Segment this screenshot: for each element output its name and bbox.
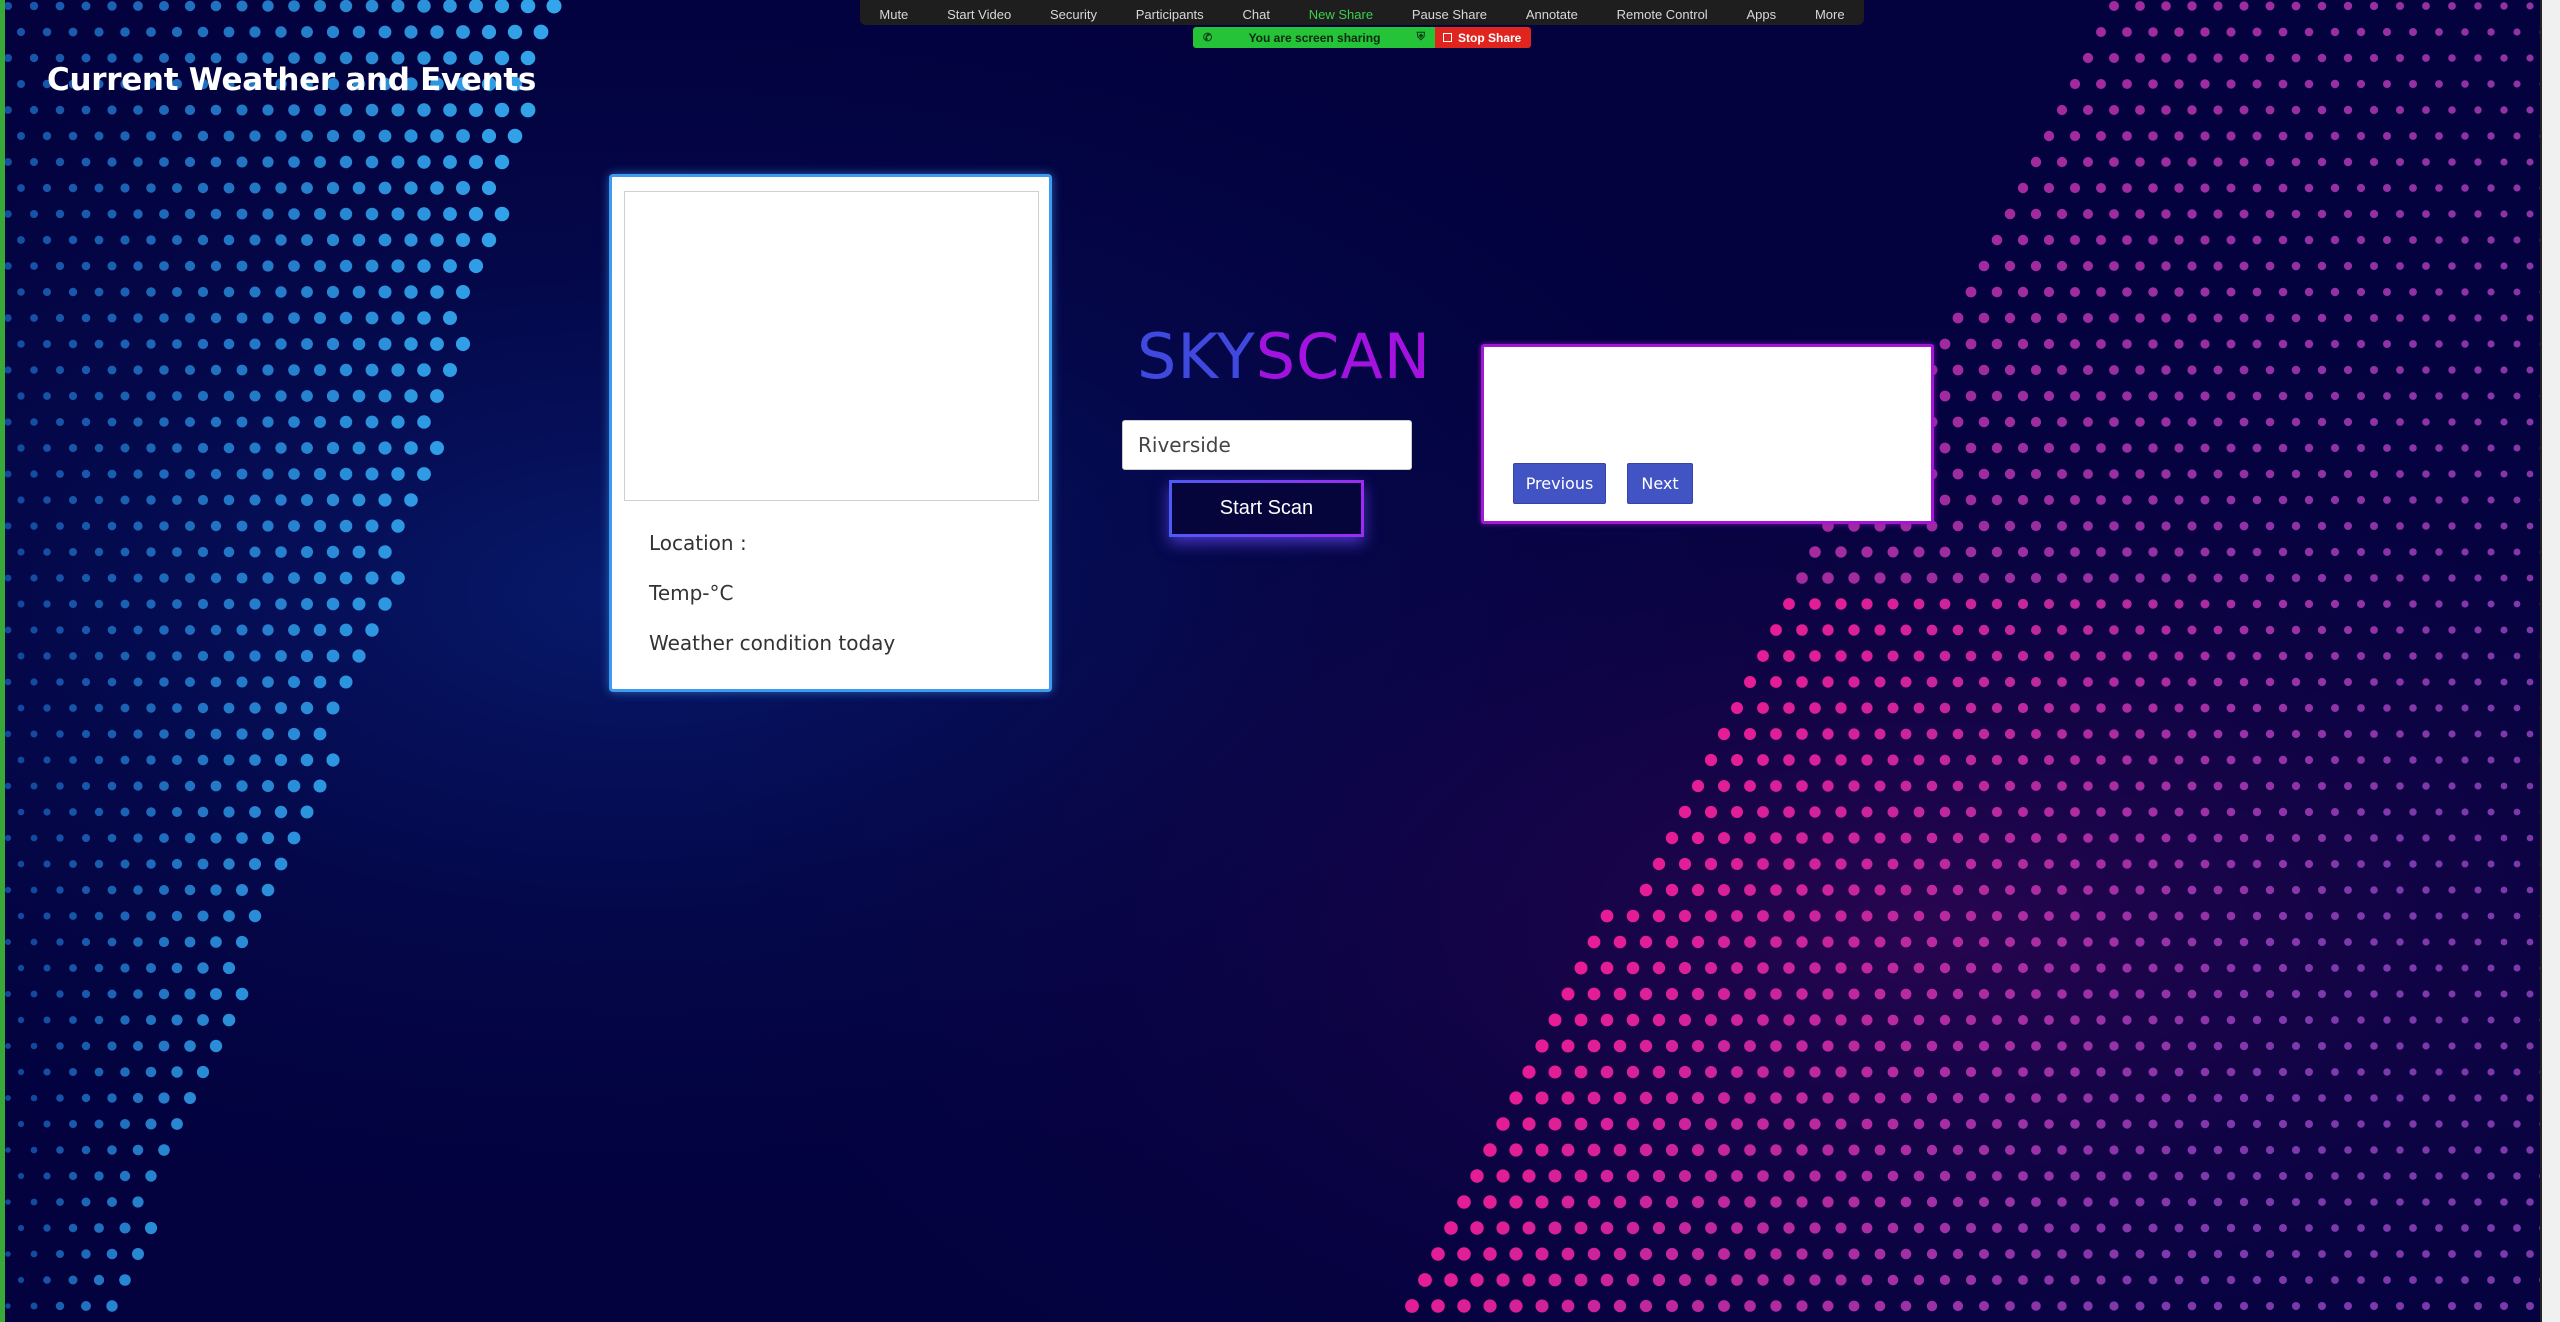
next-button[interactable]: Next [1627,463,1693,504]
stop-square-icon [1443,33,1452,42]
zoom-meeting-toolbar: Mute Start Video Security Participants C… [860,0,1864,25]
participants-button[interactable]: Participants [1128,7,1212,25]
temperature-label: Temp-°C [649,581,734,605]
phone-icon: ✆ [1203,32,1213,44]
city-search-input[interactable] [1122,420,1412,470]
remote-control-button[interactable]: Remote Control [1609,7,1716,25]
window-border-right [2542,0,2560,1322]
more-button[interactable]: More [1807,7,1853,25]
weather-card: Location : Temp-°C Weather condition tod… [609,174,1052,692]
apps-button[interactable]: Apps [1739,7,1785,25]
window-border-left [0,0,5,1322]
page-title: Current Weather and Events [47,62,537,98]
start-video-button[interactable]: Start Video [939,7,1019,25]
stop-share-button[interactable]: Stop Share [1435,27,1531,48]
shield-check-icon: ⛨ [1416,31,1425,43]
mute-button[interactable]: Mute [871,7,916,25]
events-card: Previous Next [1481,344,1934,524]
sharing-status-bar: ✆ You are screen sharing ⛨ [1193,27,1435,48]
location-label: Location : [649,531,747,555]
dotted-wave-background [0,0,2560,1322]
new-share-button[interactable]: New Share [1301,7,1381,25]
sharing-status-text: You are screen sharing [1248,30,1381,45]
previous-button[interactable]: Previous [1513,463,1606,504]
stop-share-label: Stop Share [1458,30,1522,45]
annotate-button[interactable]: Annotate [1518,7,1586,25]
logo-scan: SCAN [1255,320,1432,393]
logo-sky: SKY [1137,320,1256,393]
start-scan-button[interactable]: Start Scan [1169,480,1364,537]
security-button[interactable]: Security [1042,7,1105,25]
skyscan-logo: SKYSCAN [1137,320,1431,393]
screen-share-indicator: ✆ You are screen sharing ⛨ Stop Share [1193,27,1531,48]
weather-condition-label: Weather condition today [649,631,896,655]
chat-button[interactable]: Chat [1234,7,1277,25]
weather-image-placeholder [624,191,1039,501]
pause-share-button[interactable]: Pause Share [1404,7,1495,25]
